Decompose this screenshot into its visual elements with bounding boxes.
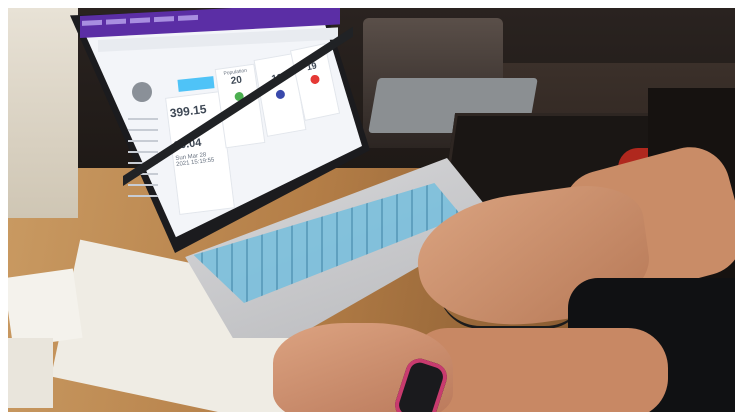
status-dot-red [309, 74, 320, 85]
browser-tab [82, 19, 102, 26]
receipt-stack [8, 268, 83, 348]
receipt-stack-lower [8, 338, 53, 408]
photo-scene: 399.15 80.04 Sun Mar 28 2021 15:19:55 Po… [8, 8, 735, 412]
browser-tab [130, 17, 150, 24]
browser-tab [178, 14, 198, 21]
browser-tab [106, 18, 126, 25]
background-wall [8, 8, 78, 218]
browser-tab [154, 16, 174, 23]
avatar [132, 82, 152, 102]
status-dot-blue [274, 89, 286, 100]
